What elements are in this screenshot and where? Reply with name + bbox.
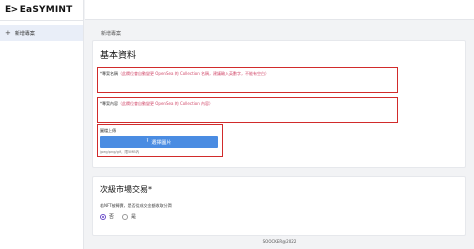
basic-info-title: 基本資料: [100, 51, 137, 61]
footer: SOOCKER@2022: [262, 239, 297, 244]
logo-mark: E>: [5, 5, 18, 15]
sidebar-item-new-project[interactable]: + 新增專案: [0, 25, 83, 41]
choose-image-label: 選擇圖片: [151, 139, 172, 146]
royalty-question: 若NFT被轉賣，是否從成交金額收取分潤: [100, 203, 172, 208]
sidebar-divider: [0, 20, 84, 21]
upload-hint: jpeg/png/gif，限5MB內: [100, 150, 140, 154]
choose-image-button[interactable]: ⭱ 選擇圖片: [100, 136, 218, 148]
radio-no[interactable]: [100, 213, 106, 220]
logo-text: EaSYMINT: [19, 5, 73, 15]
upload-icon: ⭱: [146, 138, 149, 144]
sidebar: E> EaSYMINT + 新增專案: [0, 0, 84, 249]
project-content-hint: （此欄位會自動變更 OpenSea 的 Collection 內容）: [118, 101, 214, 106]
project-name-field[interactable]: *專案名稱（此欄位會自動變更 OpenSea 的 Collection 名稱，建…: [97, 67, 398, 93]
radio-no-label[interactable]: 否: [109, 213, 114, 220]
radio-yes[interactable]: [122, 213, 129, 220]
project-name-hint: （此欄位會自動變更 OpenSea 的 Collection 名稱，建議輸入英數…: [118, 71, 270, 76]
project-content-field[interactable]: *專案內容（此欄位會自動變更 OpenSea 的 Collection 內容）: [97, 97, 398, 123]
secondary-market-title: 次級市場交易*: [100, 185, 152, 194]
radio-yes-label[interactable]: 是: [131, 213, 136, 220]
image-upload-label: 圖檔上傳: [100, 128, 116, 133]
royalty-radio-group: 否 是: [100, 213, 144, 220]
sidebar-item-label: 新增專案: [14, 30, 35, 37]
project-content-label: *專案內容: [100, 101, 118, 106]
top-bar: [85, 0, 474, 20]
plus-icon: +: [5, 29, 11, 37]
project-name-label: *專案名稱: [100, 71, 118, 76]
logo[interactable]: E> EaSYMINT: [0, 0, 84, 20]
page-title: 新增專案: [101, 31, 122, 37]
required-mark: *: [148, 185, 152, 194]
